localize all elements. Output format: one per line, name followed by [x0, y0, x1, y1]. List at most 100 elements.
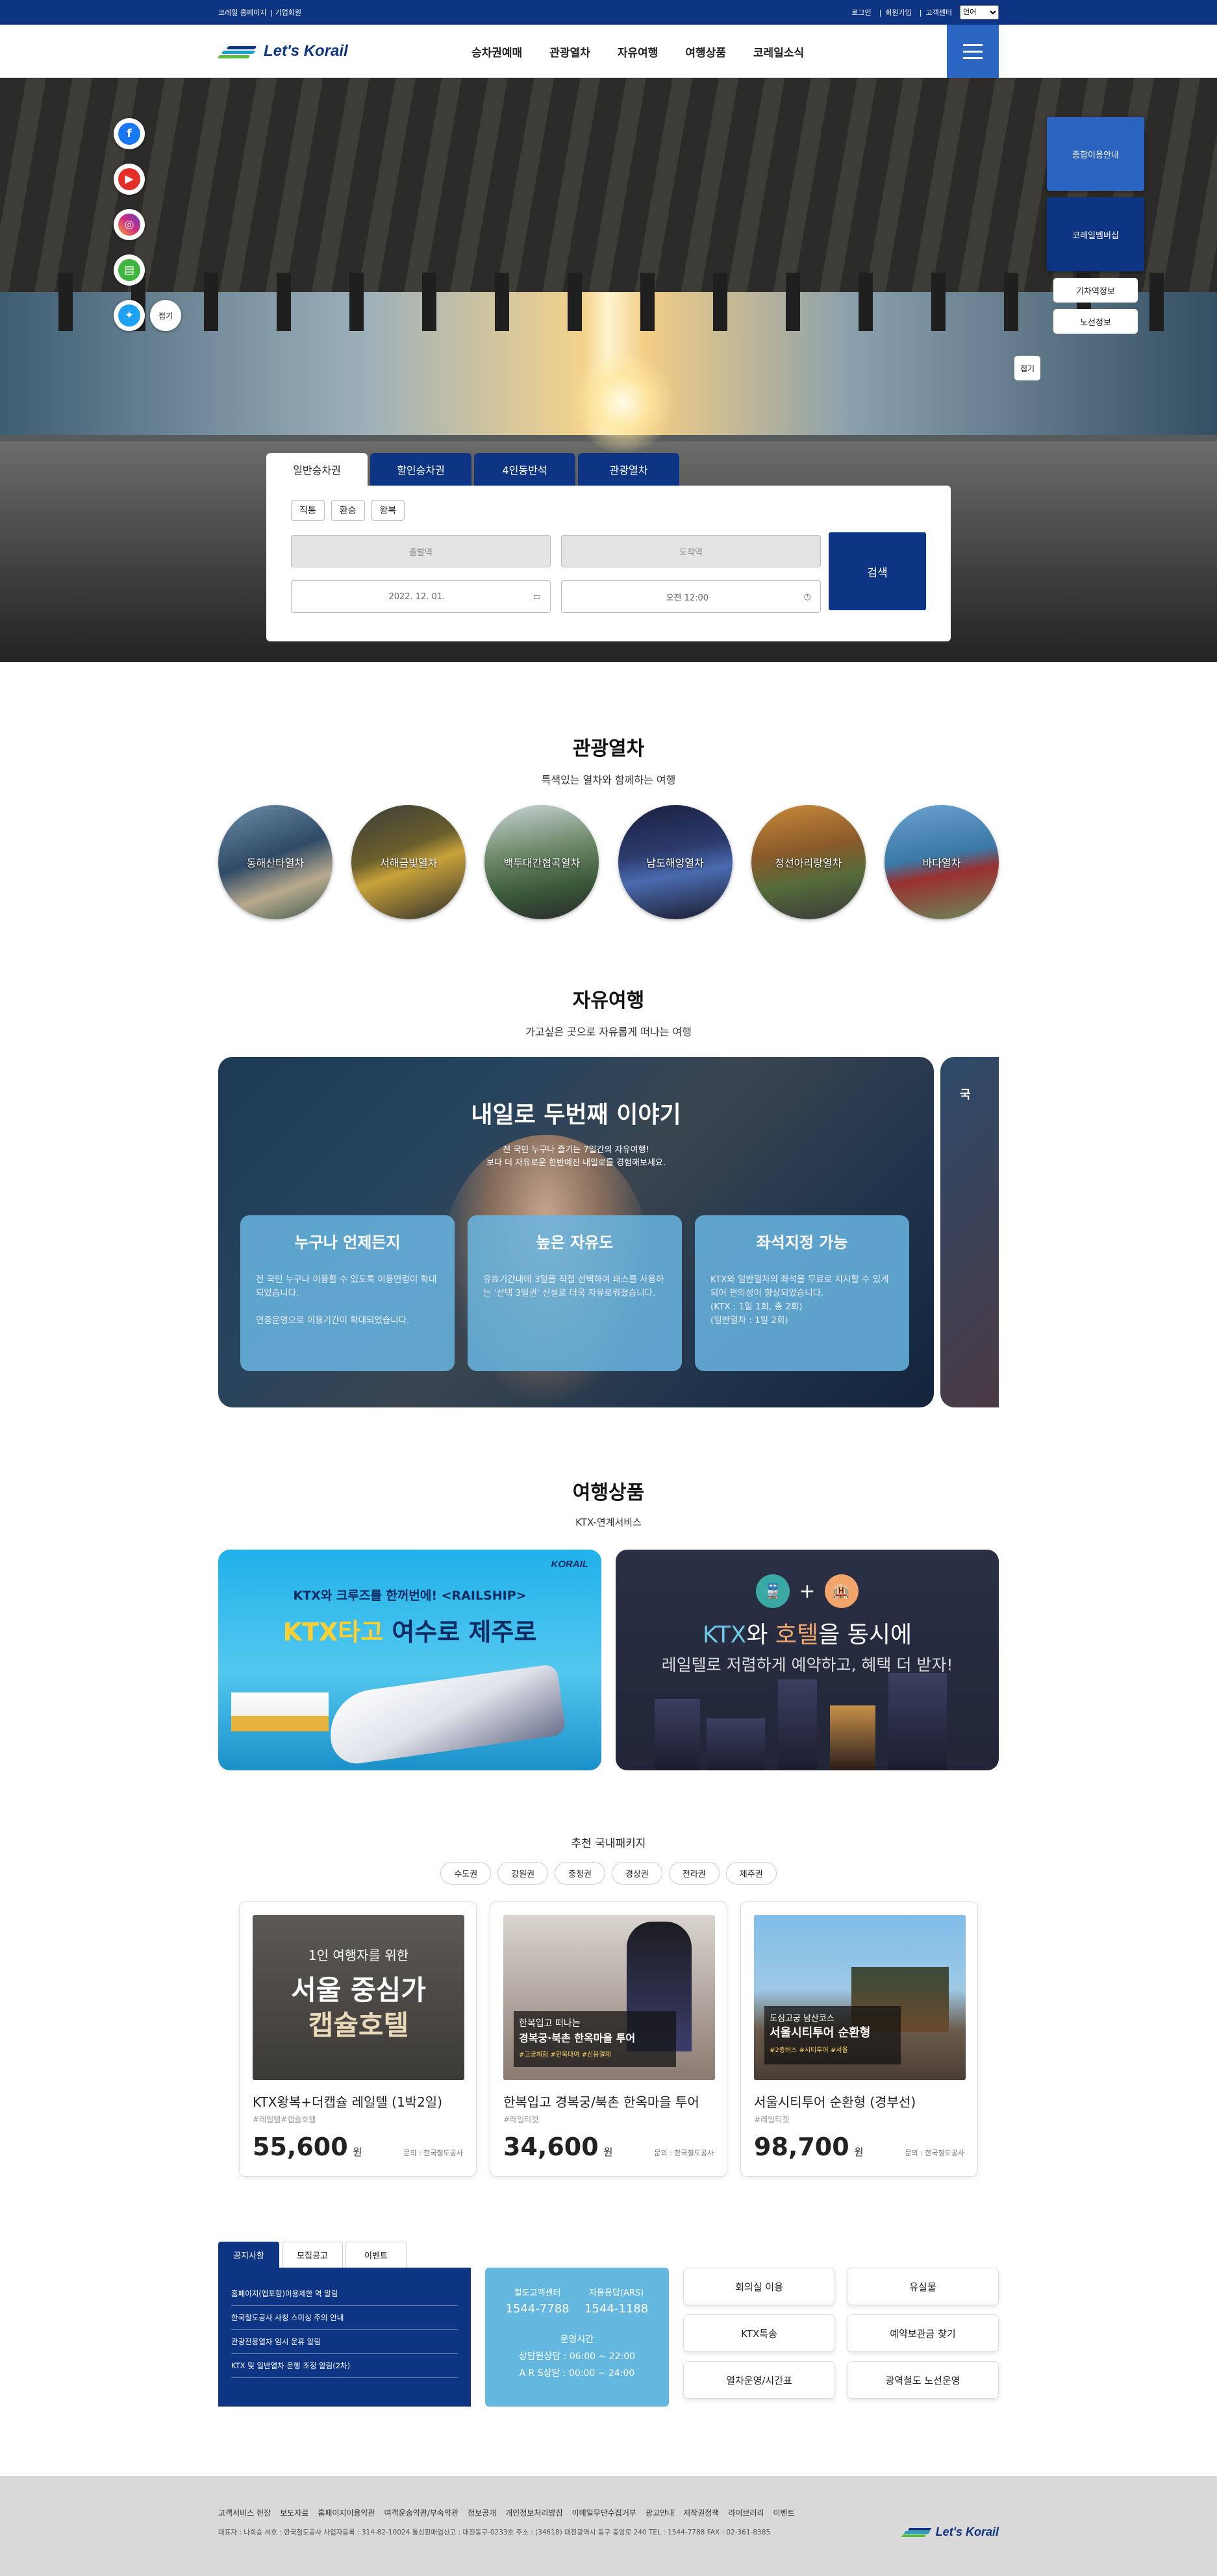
quick-membership-button[interactable]: 코레일멤버십 — [1047, 197, 1144, 271]
korail-home-link[interactable]: 코레일 홈페이지 — [218, 8, 266, 17]
service-buttons: 회의실 이용 유실물 KTX특송 예약보관금 찾기 열차운영/시간표 광역철도 … — [683, 2268, 999, 2407]
product-card[interactable]: 1인 여행자를 위한 서울 중심가 캡슐호텔 KTX왕복+더캡슐 레일텔 (1박… — [239, 1901, 477, 2177]
korail-logo[interactable]: Let's Korail — [217, 42, 471, 60]
footer-link[interactable]: 홈페이지이용약관 — [318, 2507, 375, 2518]
footer-link[interactable]: 라이브러리 — [728, 2507, 764, 2518]
login-link[interactable]: 로그인 — [851, 7, 871, 18]
sns-close-button[interactable]: 접기 — [150, 300, 181, 331]
tab-general-ticket[interactable]: 일반승차권 — [266, 453, 368, 486]
metro-route-button[interactable]: 광역철도 노선운영 — [847, 2361, 999, 2399]
product-card[interactable]: 한복입고 떠나는 경복궁·북촌 한옥마을 투어 #고궁체험 #한복대여 #신용결… — [490, 1901, 727, 2177]
timetable-button[interactable]: 열차운영/시간표 — [683, 2361, 835, 2399]
region-tab[interactable]: 강원권 — [497, 1862, 549, 1885]
trip-transfer-option[interactable]: 환승 — [331, 500, 365, 521]
lost-found-button[interactable]: 유실물 — [847, 2268, 999, 2305]
youtube-icon[interactable]: ▶ — [114, 164, 145, 195]
twitter-icon[interactable]: ✦ — [114, 300, 145, 331]
footer-links: 고객서비스 헌장 보도자료 홈페이지이용약관 여객운송약관/부속약관 정보공개 … — [218, 2507, 999, 2518]
product-card[interactable]: 도심고궁 남산코스 서울시티투어 순환형 #2층버스 #시티투어 #서울 서울시… — [740, 1901, 978, 2177]
next-slide-peek[interactable]: 국 — [940, 1057, 999, 1407]
notice-item[interactable]: 관광전용열차 임시 운휴 알림 — [231, 2330, 458, 2354]
quick-station-info-button[interactable]: 기차역정보 — [1053, 278, 1138, 303]
menu-free-travel[interactable]: 자유여행 — [618, 43, 659, 60]
quick-fold-button[interactable]: 접기 — [1014, 356, 1040, 380]
product-price: 34,600 — [503, 2133, 599, 2161]
call-center-box: 철도고객센터 1544-7788 자동응답(ARS) 1544-1188 운영시간 … — [484, 2268, 669, 2407]
trip-round-option[interactable]: 왕복 — [371, 500, 405, 521]
footer-link[interactable]: 개인정보처리방침 — [505, 2507, 562, 2518]
tab-discount-ticket[interactable]: 할인승차권 — [370, 453, 471, 486]
product-image: 한복입고 떠나는 경복궁·북촌 한옥마을 투어 #고궁체험 #한복대여 #신용결… — [503, 1915, 715, 2080]
region-tab[interactable]: 수도권 — [440, 1862, 492, 1885]
arrival-station-field[interactable]: 도착역 — [561, 535, 821, 567]
tour-train-item[interactable]: 바다열차 — [884, 805, 999, 919]
menu-tour-train[interactable]: 관광열차 — [549, 43, 590, 60]
tour-train-item[interactable]: 동해산타열차 — [218, 805, 332, 919]
footer-link[interactable]: 이메일무단수집거부 — [572, 2507, 636, 2518]
ars-number: 1544-1188 — [584, 2302, 649, 2316]
quick-menu: 종합이용안내 코레일멤버십 기차역정보 노선정보 접기 — [1014, 117, 1144, 380]
menu-travel-product[interactable]: 여행상품 — [685, 43, 726, 60]
railtel-banner[interactable]: 🚆 + 🏨 KTX와 호텔을 동시에 레일텔로 저렴하게 예약하고, 혜택 더 받자… — [616, 1550, 999, 1770]
menu-korail-news[interactable]: 코레일소식 — [753, 43, 804, 60]
product-image: 도심고궁 남산코스 서울시티투어 순환형 #2층버스 #시티투어 #서울 — [754, 1915, 966, 2080]
tab-recruit[interactable]: 모집공고 — [282, 2242, 343, 2268]
footer-link[interactable]: 광고안내 — [646, 2507, 674, 2518]
recommended-package-section: 추천 국내패키지 수도권 강원권 충청권 경상권 전라권 제주권 1인 여행자를… — [218, 1834, 999, 2177]
signup-link[interactable]: 회원가입 — [885, 7, 911, 18]
ship-image — [231, 1692, 329, 1731]
instagram-icon[interactable]: ◎ — [114, 209, 145, 240]
footer-link[interactable]: 이벤트 — [773, 2507, 795, 2518]
region-tab[interactable]: 경상권 — [612, 1862, 662, 1885]
tab-notice[interactable]: 공지사항 — [218, 2242, 279, 2268]
tour-train-item[interactable]: 정선아리랑열차 — [751, 805, 866, 919]
tab-tour-train[interactable]: 관광열차 — [578, 453, 679, 486]
time-field[interactable]: 오전 12:00 ◷ — [561, 580, 821, 613]
main-menu: 승차권예매 관광열차 자유여행 여행상품 코레일소식 — [471, 43, 804, 60]
tab-four-seat[interactable]: 4인동반석 — [474, 453, 575, 486]
footer-link[interactable]: 고객서비스 헌장 — [218, 2507, 271, 2518]
deposit-refund-button[interactable]: 예약보관금 찾기 — [847, 2314, 999, 2352]
quick-guide-button[interactable]: 종합이용안내 — [1047, 117, 1144, 191]
feature-card: 누구나 언제든지 전 국민 누구나 이용할 수 있도록 이용연령이 확대되었습니다… — [240, 1215, 455, 1371]
facebook-icon[interactable]: f — [114, 118, 145, 149]
tour-train-item[interactable]: 남도해양열차 — [618, 805, 733, 919]
search-button[interactable]: 검색 — [829, 532, 926, 610]
section-subtitle: KTX-연계서비스 — [575, 1517, 642, 1528]
footer-link[interactable]: 보도자료 — [280, 2507, 308, 2518]
product-name: 한복입고 경복궁/북촌 한옥마을 투어 — [503, 2094, 699, 2110]
customer-center-link[interactable]: 고객센터 — [926, 7, 952, 18]
slide-nailro[interactable]: 내일로 두번째 이야기 전 국민 누구나 즐기는 7일간의 자유여행! 보다 더… — [218, 1057, 934, 1407]
menu-ticket[interactable]: 승차권예매 — [471, 43, 522, 60]
tour-train-item[interactable]: 서해금빛열차 — [351, 805, 466, 919]
region-tab[interactable]: 제주권 — [725, 1862, 777, 1885]
product-price: 98,700 — [754, 2133, 849, 2161]
free-travel-slider[interactable]: 내일로 두번째 이야기 전 국민 누구나 즐기는 7일간의 자유여행! 보다 더… — [218, 1057, 999, 1407]
product-image: 1인 여행자를 위한 서울 중심가 캡슐호텔 — [253, 1915, 464, 2080]
blog-icon[interactable]: ▤ — [114, 254, 145, 286]
footer-link[interactable]: 여객운송약관/부속약관 — [384, 2507, 458, 2518]
hotel-icon: 🏨 — [824, 1574, 859, 1608]
trip-direct-option[interactable]: 직통 — [291, 500, 325, 521]
notice-board: 공지사항 모집공고 이벤트 홈페이지(앱포함)이용제한 역 알림 한국철도공사 … — [218, 2242, 471, 2407]
departure-station-field[interactable]: 출발역 — [291, 535, 551, 567]
ktx-delivery-button[interactable]: KTX특송 — [683, 2314, 835, 2352]
date-field[interactable]: 2022. 12. 01. ▭ — [291, 580, 551, 613]
region-tab[interactable]: 전라권 — [668, 1862, 720, 1885]
notice-item[interactable]: 홈페이지(앱포함)이용제한 역 알림 — [231, 2282, 458, 2306]
corp-member-link[interactable]: 기업회원 — [275, 8, 301, 17]
quick-route-info-button[interactable]: 노선정보 — [1053, 309, 1138, 334]
footer-link[interactable]: 정보공개 — [468, 2507, 496, 2518]
meeting-room-button[interactable]: 회의실 이용 — [683, 2268, 835, 2305]
tour-train-item[interactable]: 백두대간협곡열차 — [484, 805, 599, 919]
language-select[interactable]: 언어 — [960, 5, 999, 19]
notice-item[interactable]: 한국철도공사 사칭 스미싱 주의 안내 — [231, 2306, 458, 2330]
railship-banner[interactable]: KORAIL KTX와 크루즈를 한꺼번에! <RAILSHIP> KTX타고 … — [218, 1550, 601, 1770]
notice-item[interactable]: KTX 및 일반열차 운행 조정 알림(2차) — [231, 2354, 458, 2378]
region-tab[interactable]: 충청권 — [555, 1862, 605, 1885]
tab-event[interactable]: 이벤트 — [345, 2242, 407, 2268]
korail-logo-mark — [217, 44, 258, 58]
hamburger-menu-button[interactable] — [947, 25, 999, 78]
feature-card: 높은 자유도 유효기간내에 3일을 직접 선택하여 패스를 사용하는 '선택 3일… — [468, 1215, 682, 1371]
footer-link[interactable]: 저작권정책 — [683, 2507, 719, 2518]
